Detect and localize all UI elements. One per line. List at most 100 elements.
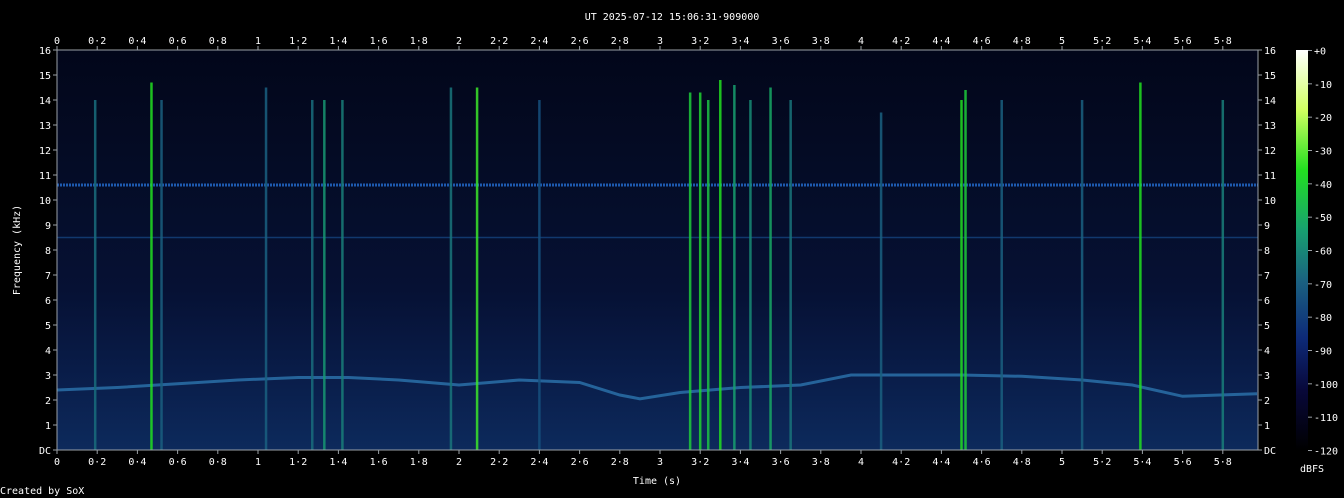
y-ticks-left: DC12345678910111213141516 — [39, 46, 57, 457]
x-tick-bottom-label: 0·4 — [128, 457, 146, 468]
colorbar-tick-label: -110 — [1314, 413, 1338, 424]
y-tick-right-label: 9 — [1264, 221, 1270, 232]
x-tick-top-label: 3·6 — [772, 36, 790, 47]
x-tick-top-label: 3·8 — [812, 36, 830, 47]
x-tick-bottom-label: 3·4 — [731, 457, 749, 468]
y-tick-right-label: DC — [1264, 446, 1276, 457]
y-tick-right-label: 15 — [1264, 71, 1276, 82]
x-ticks-bottom: 0 0·2 0·4 0·6 0·8 1 1·2 1·4 1·6 1·8 2 2·2 2·4 2·6 2·8 3… — [54, 450, 1232, 468]
y-tick-right-label: 13 — [1264, 121, 1276, 132]
x-tick-bottom-label: 0·6 — [169, 457, 187, 468]
x-tick-top-label: 5·8 — [1214, 36, 1232, 47]
x-tick-top-label: 0 — [54, 36, 60, 47]
plot-area — [57, 50, 1258, 450]
x-tick-bottom-label: 4·4 — [932, 457, 950, 468]
y-tick-right-label: 5 — [1264, 321, 1270, 332]
colorbar-tick-label: -80 — [1314, 313, 1332, 324]
x-tick-bottom-label: 5·8 — [1214, 457, 1232, 468]
colorbar-tick-label: -30 — [1314, 147, 1332, 158]
y-tick-left-label: 4 — [45, 346, 51, 357]
y-tick-right-label: 6 — [1264, 296, 1270, 307]
y-tick-left-label: DC — [39, 446, 51, 457]
colorbar-label: dBFS — [1300, 464, 1324, 475]
x-tick-top-label: 2 — [456, 36, 462, 47]
x-tick-top-label: 4 — [858, 36, 864, 47]
x-tick-top-label: 5·6 — [1174, 36, 1192, 47]
spectrogram-chart: UT 2025-07-12 15:06:31·909000 0 0·2 0·4 0·6… — [0, 12, 1338, 497]
x-tick-bottom-label: 5·2 — [1093, 457, 1111, 468]
x-axis-label: Time (s) — [633, 476, 681, 487]
colorbar-tick-label: -70 — [1314, 280, 1332, 291]
y-ticks-right: DC12345678910111213141516 — [1258, 46, 1276, 457]
colorbar-tick-label: -120 — [1314, 447, 1338, 458]
x-tick-top-label: 3·2 — [691, 36, 709, 47]
x-tick-bottom-label: 4·6 — [973, 457, 991, 468]
x-tick-top-label: 2·6 — [571, 36, 589, 47]
x-tick-bottom-label: 5 — [1059, 457, 1065, 468]
x-tick-bottom-label: 4·2 — [892, 457, 910, 468]
credit-text: Created by SoX — [0, 486, 84, 497]
y-tick-right-label: 12 — [1264, 146, 1276, 157]
colorbar-tick-label: -60 — [1314, 247, 1332, 258]
x-tick-bottom-label: 1·6 — [370, 457, 388, 468]
x-tick-top-label: 1·4 — [329, 36, 347, 47]
x-tick-bottom-label: 0·8 — [209, 457, 227, 468]
x-tick-bottom-label: 2·6 — [571, 457, 589, 468]
y-tick-left-label: 9 — [45, 221, 51, 232]
x-tick-top-label: 3·4 — [731, 36, 749, 47]
x-tick-bottom-label: 3·2 — [691, 457, 709, 468]
x-tick-top-label: 4·6 — [973, 36, 991, 47]
x-ticks-top: 0 0·2 0·4 0·6 0·8 1 1·2 1·4 1·6 1·8 2 2·2 2·4 2·6 2·8 3… — [54, 36, 1232, 50]
x-tick-top-label: 0·2 — [88, 36, 106, 47]
x-tick-top-label: 4·8 — [1013, 36, 1031, 47]
x-tick-top-label: 0·6 — [169, 36, 187, 47]
x-tick-bottom-label: 2 — [456, 457, 462, 468]
x-tick-top-label: 0·4 — [128, 36, 146, 47]
x-tick-bottom-label: 1·4 — [329, 457, 347, 468]
y-tick-left-label: 7 — [45, 271, 51, 282]
x-tick-bottom-label: 0·2 — [88, 457, 106, 468]
x-tick-top-label: 1·8 — [410, 36, 428, 47]
chart-title: UT 2025-07-12 15:06:31·909000 — [585, 12, 760, 23]
y-tick-right-label: 2 — [1264, 396, 1270, 407]
y-tick-right-label: 7 — [1264, 271, 1270, 282]
y-tick-left-label: 5 — [45, 321, 51, 332]
x-tick-top-label: 1 — [255, 36, 261, 47]
x-tick-bottom-label: 1·2 — [289, 457, 307, 468]
y-tick-right-label: 8 — [1264, 246, 1270, 257]
y-tick-left-label: 13 — [39, 121, 51, 132]
colorbar-tick-label: -20 — [1314, 113, 1332, 124]
colorbar-ticks: +0 -10 -20 -30 -40 -50 -60 -70 -80 -90 -100 -110 -12… — [1308, 47, 1338, 458]
y-tick-left-label: 6 — [45, 296, 51, 307]
x-tick-bottom-label: 3·6 — [772, 457, 790, 468]
x-tick-top-label: 2·2 — [490, 36, 508, 47]
colorbar-tick-label: -50 — [1314, 213, 1332, 224]
y-tick-right-label: 3 — [1264, 371, 1270, 382]
y-tick-left-label: 14 — [39, 96, 51, 107]
colorbar-tick-label: +0 — [1314, 47, 1326, 58]
y-tick-left-label: 8 — [45, 246, 51, 257]
y-tick-left-label: 10 — [39, 196, 51, 207]
colorbar — [1296, 50, 1308, 450]
x-tick-bottom-label: 3·8 — [812, 457, 830, 468]
y-axis-label: Frequency (kHz) — [12, 205, 23, 295]
y-tick-left-label: 12 — [39, 146, 51, 157]
x-tick-top-label: 0·8 — [209, 36, 227, 47]
y-tick-right-label: 16 — [1264, 46, 1276, 57]
x-tick-top-label: 4·2 — [892, 36, 910, 47]
x-tick-top-label: 2·8 — [611, 36, 629, 47]
x-tick-top-label: 4·4 — [932, 36, 950, 47]
x-tick-bottom-label: 2·8 — [611, 457, 629, 468]
x-tick-top-label: 5·2 — [1093, 36, 1111, 47]
x-tick-bottom-label: 2·4 — [530, 457, 548, 468]
x-tick-bottom-label: 0 — [54, 457, 60, 468]
x-tick-bottom-label: 1 — [255, 457, 261, 468]
y-tick-right-label: 11 — [1264, 171, 1276, 182]
x-tick-top-label: 5 — [1059, 36, 1065, 47]
x-tick-top-label: 1·6 — [370, 36, 388, 47]
y-tick-left-label: 11 — [39, 171, 51, 182]
x-tick-bottom-label: 3 — [657, 457, 663, 468]
x-tick-bottom-label: 5·4 — [1133, 457, 1151, 468]
x-tick-bottom-label: 5·6 — [1174, 457, 1192, 468]
y-tick-left-label: 3 — [45, 371, 51, 382]
